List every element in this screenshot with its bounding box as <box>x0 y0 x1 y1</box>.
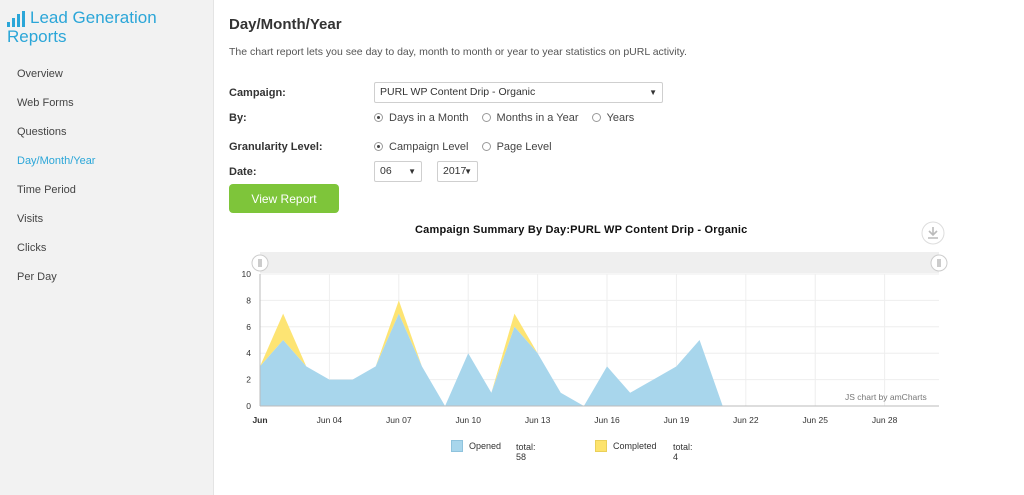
sidebar: Lead Generation Reports Overview Web For… <box>0 0 214 495</box>
x-tick-label: Jun 22 <box>733 415 759 425</box>
date-label: Date: <box>229 166 257 178</box>
y-tick-label: 0 <box>246 401 251 411</box>
sidebar-item-overview[interactable]: Overview <box>0 62 214 91</box>
scrollbar-handle-left[interactable] <box>251 254 269 272</box>
sidebar-nav: Overview Web Forms Questions Day/Month/Y… <box>0 62 214 294</box>
y-tick-label: 2 <box>246 375 251 385</box>
x-tick-label: Jun 28 <box>872 415 898 425</box>
x-tick-label: Jun 10 <box>455 415 481 425</box>
campaign-select-value: PURL WP Content Drip - Organic <box>380 86 536 98</box>
legend-label: Opened <box>469 441 502 451</box>
legend-total-completed: total: 4 <box>673 442 693 462</box>
legend-label: Completed <box>613 441 657 451</box>
sidebar-item-day-month-year[interactable]: Day/Month/Year <box>0 149 214 178</box>
brand-title-line1: Lead Generation <box>30 8 157 27</box>
sidebar-item-visits[interactable]: Visits <box>0 207 214 236</box>
radio-selected-icon <box>374 142 383 151</box>
campaign-select[interactable]: PURL WP Content Drip - Organic ▼ <box>374 82 663 103</box>
bar-chart-icon <box>7 11 25 27</box>
legend-item-completed[interactable]: Completed <box>595 440 657 452</box>
sidebar-item-clicks[interactable]: Clicks <box>0 236 214 265</box>
radio-days-in-month[interactable]: Days in a Month <box>374 112 468 124</box>
year-select-value: 2017 <box>443 165 467 177</box>
x-tick-label: Jun <box>252 415 267 425</box>
x-tick-label: Jun 25 <box>802 415 828 425</box>
scrollbar-handle-right[interactable] <box>930 254 948 272</box>
legend-swatch-opened <box>451 440 463 452</box>
sidebar-item-time-period[interactable]: Time Period <box>0 178 214 207</box>
sidebar-item-web-forms[interactable]: Web Forms <box>0 91 214 120</box>
chevron-down-icon: ▼ <box>408 167 416 176</box>
radio-label: Days in a Month <box>389 112 469 124</box>
radio-label: Months in a Year <box>496 112 579 124</box>
page-description: The chart report lets you see day to day… <box>229 46 687 58</box>
radio-label: Years <box>606 112 635 124</box>
x-tick-label: Jun 07 <box>386 415 412 425</box>
month-select-value: 06 <box>380 165 392 177</box>
by-label: By: <box>229 112 247 124</box>
radio-years[interactable]: Years <box>591 112 635 124</box>
x-tick-label: Jun 04 <box>317 415 343 425</box>
month-select[interactable]: 06 ▼ <box>374 161 422 182</box>
radio-campaign-level[interactable]: Campaign Level <box>374 141 469 153</box>
sidebar-item-questions[interactable]: Questions <box>0 120 214 149</box>
y-tick-label: 8 <box>246 295 251 305</box>
radio-months-in-year[interactable]: Months in a Year <box>481 112 579 124</box>
by-radio-group: Days in a Month Months in a Year Years <box>374 112 644 124</box>
page-title: Day/Month/Year <box>229 16 342 33</box>
radio-icon <box>591 113 601 122</box>
y-tick-label: 4 <box>246 348 251 358</box>
radio-page-level[interactable]: Page Level <box>481 141 552 153</box>
radio-label: Campaign Level <box>389 141 469 153</box>
chart-title: Campaign Summary By Day:PURL WP Content … <box>415 224 748 236</box>
y-tick-label: 10 <box>242 269 252 279</box>
page: Lead Generation Reports Overview Web For… <box>0 0 1024 495</box>
chevron-down-icon: ▼ <box>464 167 472 176</box>
chart-scrollbar <box>260 252 939 273</box>
radio-icon <box>481 142 491 151</box>
brand: Lead Generation Reports <box>7 8 207 46</box>
view-report-button[interactable]: View Report <box>229 184 339 213</box>
chart-credit[interactable]: JS chart by amCharts <box>845 392 927 402</box>
radio-selected-icon <box>374 113 383 122</box>
legend-item-opened[interactable]: Opened <box>451 440 501 452</box>
radio-label: Page Level <box>496 141 552 153</box>
sidebar-item-per-day[interactable]: Per Day <box>0 265 214 294</box>
x-tick-label: Jun 13 <box>525 415 551 425</box>
main-content: Day/Month/Year The chart report lets you… <box>229 0 1009 495</box>
granularity-radio-group: Campaign Level Page Level <box>374 141 562 153</box>
legend-total-opened: total: 58 <box>516 442 536 462</box>
legend-swatch-completed <box>595 440 607 452</box>
radio-icon <box>481 113 491 122</box>
y-tick-label: 6 <box>246 322 251 332</box>
granularity-label: Granularity Level: <box>229 141 323 153</box>
x-tick-label: Jun 16 <box>594 415 620 425</box>
chevron-down-icon: ▼ <box>649 88 657 97</box>
series-area-opened <box>260 313 931 406</box>
x-tick-label: Jun 19 <box>664 415 690 425</box>
campaign-label: Campaign: <box>229 87 286 99</box>
year-select[interactable]: 2017 ▼ <box>437 161 478 182</box>
brand-title-line2: Reports <box>7 27 67 46</box>
